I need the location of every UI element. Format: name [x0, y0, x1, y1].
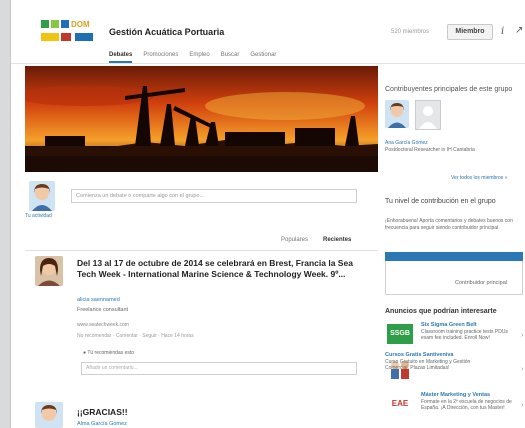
contributor-avatar[interactable] [385, 100, 409, 128]
post-author-name[interactable]: Alma García Gómez [77, 421, 127, 427]
chevron-right-icon: › [521, 332, 524, 339]
user-avatar[interactable] [29, 181, 55, 211]
contribution-text: ¡Enhorabuena! Aporta comentarios y debat… [385, 218, 513, 231]
info-icon[interactable]: i [501, 26, 504, 37]
see-all-members-link[interactable]: Ver todos los miembros » [451, 175, 507, 181]
chevron-right-icon: › [521, 402, 524, 409]
your-activity-link[interactable]: Tu actividad [25, 213, 52, 219]
tab-promociones[interactable]: Promociones [143, 52, 178, 63]
ad-item[interactable]: Cursos Gratis Santiveniva Curso Gratuito… [385, 352, 525, 392]
ad-title[interactable]: Máster Marketing y Ventas [421, 392, 490, 398]
ad-item[interactable]: EAE Máster Marketing y Ventas Formate en… [385, 392, 525, 428]
divider [25, 250, 378, 251]
ad-title[interactable]: Six Sigma Green Belt [421, 322, 477, 328]
sidebar: Contribuyentes principales de este grupo… [385, 66, 525, 428]
ad-text: Formate en la 2ª escuela de negocios de … [421, 399, 512, 411]
tab-gestionar[interactable]: Gestionar [250, 52, 276, 63]
post-likes-text: Tú recomiendas esto [87, 350, 135, 356]
members-count[interactable]: 520 miembros [391, 29, 429, 35]
post-link[interactable]: www.seatechweek.com [77, 322, 129, 328]
browser-window: DOM Gestión Acuática Portuaria 520 miemb… [10, 0, 525, 428]
contributor-avatar[interactable] [415, 100, 441, 130]
ad-text: Classroom training practice tests PDUs e… [421, 329, 508, 341]
tab-buscar[interactable]: Buscar [221, 52, 240, 63]
ad-logo: EAE [387, 394, 413, 414]
group-banner-image [25, 66, 378, 172]
contribution-level: Contribuidor principal [455, 280, 507, 286]
post-author-avatar[interactable] [35, 402, 63, 428]
logo-text: DOM [71, 20, 90, 29]
group-tabs: Debates Promociones Empleo Buscar Gestio… [109, 52, 276, 63]
post-title[interactable]: Del 13 al 17 de octubre de 2014 se celeb… [77, 258, 367, 280]
tab-empleo[interactable]: Empleo [189, 52, 209, 63]
ad-text: Curso Gratuito en Marketing y Gestión Co… [385, 359, 471, 371]
top-contributors-title: Contribuyentes principales de este grupo [385, 86, 513, 93]
group-header: DOM Gestión Acuática Portuaria 520 miemb… [11, 0, 525, 64]
logo-square [41, 20, 49, 28]
post-author-role: Freelance consultant [77, 307, 129, 313]
group-title[interactable]: Gestión Acuática Portuaria [109, 27, 224, 37]
start-discussion-input[interactable]: Comienza un debate o comparte algo con e… [71, 189, 357, 203]
member-button[interactable]: Miembro [447, 24, 493, 40]
logo-square [51, 20, 59, 28]
contributor-role: Postdoctoral Researcher in IH Cantabria [385, 147, 475, 153]
post-likes: ● Tú recomiendas esto [83, 350, 135, 356]
contributor-name[interactable]: Ana García Gómez [385, 140, 428, 146]
contribution-progress-track [385, 261, 523, 295]
sort-popular[interactable]: Populares [281, 237, 308, 243]
comment-input[interactable]: Añadir un comentario... [81, 362, 357, 375]
ads-title: Anuncios que podrían interesarte [385, 308, 497, 315]
ad-logo: SSGB [387, 324, 413, 344]
post-author-avatar[interactable] [35, 256, 63, 286]
logo-square [61, 20, 69, 28]
chevron-right-icon: › [521, 366, 524, 373]
share-icon[interactable]: ↗ [515, 25, 523, 36]
contribution-title: Tu nivel de contribución en el grupo [385, 198, 496, 205]
post-title[interactable]: ¡¡GRACIAS!! [77, 407, 128, 417]
sort-recent[interactable]: Recientes [323, 237, 351, 243]
group-logo: DOM [41, 20, 93, 42]
post-author-name[interactable]: alicia saennamed [77, 297, 120, 303]
tab-debates[interactable]: Debates [109, 52, 133, 63]
contribution-progress-bar [385, 252, 523, 261]
ad-title[interactable]: Cursos Gratis Santiveniva [385, 352, 453, 358]
post-actions[interactable]: No recomendar · Comentar · Seguir · Hace… [77, 333, 194, 339]
